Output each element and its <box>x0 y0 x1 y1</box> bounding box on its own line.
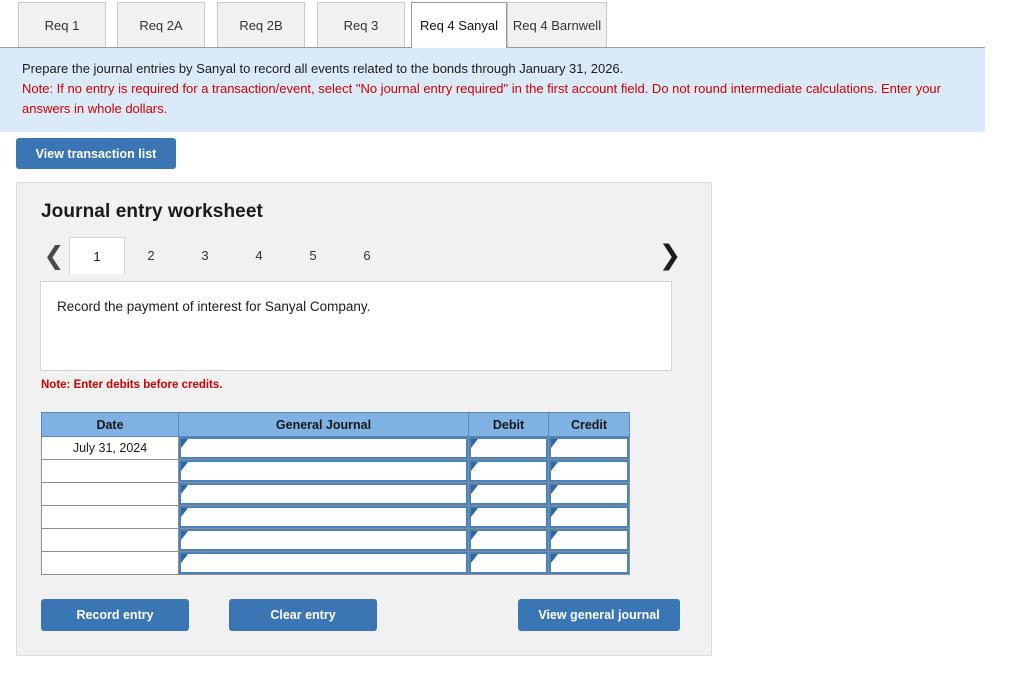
column-header-credit: Credit <box>548 412 630 437</box>
worksheet-page-tab-3[interactable]: 3 <box>177 237 233 273</box>
instructions-primary-text: Prepare the journal entries by Sanyal to… <box>22 61 624 76</box>
column-header-debit: Debit <box>468 412 549 437</box>
journal-general-journal-input[interactable] <box>179 483 468 505</box>
journal-general-journal-input[interactable] <box>179 460 468 482</box>
journal-credit-input[interactable] <box>549 460 629 482</box>
instructions-note-text: Note: If no entry is required for a tran… <box>22 81 941 116</box>
journal-entry-table: Date General Journal Debit Credit July 3… <box>41 412 630 575</box>
journal-table-row <box>41 528 630 552</box>
journal-table-row <box>41 505 630 529</box>
journal-general-journal-input[interactable] <box>179 552 468 574</box>
journal-general-journal-cell <box>178 459 469 483</box>
journal-general-journal-input[interactable] <box>179 529 468 551</box>
journal-debit-cell <box>468 459 549 483</box>
journal-table-row <box>41 482 630 506</box>
worksheet-description-box: Record the payment of interest for Sanya… <box>40 281 672 371</box>
journal-credit-cell <box>548 482 630 506</box>
journal-credit-input[interactable] <box>549 483 629 505</box>
journal-debit-cell <box>468 551 549 575</box>
debits-before-credits-note: Note: Enter debits before credits. <box>41 379 223 391</box>
journal-date-cell[interactable] <box>41 459 179 483</box>
worksheet-page-tab-1[interactable]: 1 <box>69 237 125 274</box>
journal-date-cell[interactable] <box>41 505 179 529</box>
journal-general-journal-cell <box>178 436 469 460</box>
journal-debit-input[interactable] <box>469 529 548 551</box>
journal-general-journal-input[interactable] <box>179 506 468 528</box>
journal-debit-cell <box>468 436 549 460</box>
journal-debit-input[interactable] <box>469 506 548 528</box>
journal-debit-input[interactable] <box>469 552 548 574</box>
view-general-journal-button[interactable]: View general journal <box>518 599 680 631</box>
journal-credit-cell <box>548 436 630 460</box>
clear-entry-button[interactable]: Clear entry <box>229 599 377 631</box>
journal-debit-input[interactable] <box>469 460 548 482</box>
chevron-right-icon[interactable]: ❯ <box>657 237 683 273</box>
journal-general-journal-cell <box>178 528 469 552</box>
journal-date-cell[interactable] <box>41 528 179 552</box>
requirement-tab-bar: Req 1 Req 2A Req 2B Req 3 Req 4 Sanyal Req 4 … <box>0 0 1024 48</box>
requirement-tab-2[interactable]: Req 2B <box>217 2 305 47</box>
journal-table-header-row: Date General Journal Debit Credit <box>41 412 630 437</box>
journal-general-journal-cell <box>178 505 469 529</box>
journal-table-row <box>41 459 630 483</box>
journal-debit-cell <box>468 482 549 506</box>
worksheet-title: Journal entry worksheet <box>41 201 263 222</box>
requirement-tab-5[interactable]: Req 4 Barnwell <box>507 2 607 47</box>
instructions-panel: Prepare the journal entries by Sanyal to… <box>0 48 985 132</box>
journal-general-journal-cell <box>178 551 469 575</box>
worksheet-page-tab-6[interactable]: 6 <box>339 237 395 273</box>
journal-general-journal-input[interactable] <box>179 437 468 459</box>
requirement-tab-0[interactable]: Req 1 <box>18 2 106 47</box>
worksheet-pager: ❮ 123456 ❯ <box>41 237 689 274</box>
journal-table-row: July 31, 2024 <box>41 436 630 460</box>
journal-debit-cell <box>468 505 549 529</box>
chevron-left-icon[interactable]: ❮ <box>41 237 67 273</box>
worksheet-page-tab-2[interactable]: 2 <box>123 237 179 273</box>
journal-credit-cell <box>548 459 630 483</box>
journal-debit-input[interactable] <box>469 483 548 505</box>
journal-date-cell[interactable]: July 31, 2024 <box>41 436 179 460</box>
requirement-tab-3[interactable]: Req 3 <box>317 2 405 47</box>
view-transaction-list-button[interactable]: View transaction list <box>16 138 176 169</box>
journal-credit-input[interactable] <box>549 552 629 574</box>
column-header-general-journal: General Journal <box>178 412 469 437</box>
worksheet-page-tab-4[interactable]: 4 <box>231 237 287 273</box>
journal-credit-cell <box>548 528 630 552</box>
requirement-tab-4[interactable]: Req 4 Sanyal <box>411 2 507 48</box>
journal-date-cell[interactable] <box>41 482 179 506</box>
journal-table-row <box>41 551 630 575</box>
journal-date-cell[interactable] <box>41 551 179 575</box>
journal-credit-input[interactable] <box>549 506 629 528</box>
journal-debit-input[interactable] <box>469 437 548 459</box>
record-entry-button[interactable]: Record entry <box>41 599 189 631</box>
journal-credit-cell <box>548 551 630 575</box>
column-header-date: Date <box>41 412 179 437</box>
journal-credit-cell <box>548 505 630 529</box>
journal-debit-cell <box>468 528 549 552</box>
journal-credit-input[interactable] <box>549 529 629 551</box>
worksheet-page-tab-5[interactable]: 5 <box>285 237 341 273</box>
journal-general-journal-cell <box>178 482 469 506</box>
journal-credit-input[interactable] <box>549 437 629 459</box>
worksheet-description-text: Record the payment of interest for Sanya… <box>57 299 371 314</box>
requirement-tab-1[interactable]: Req 2A <box>117 2 205 47</box>
